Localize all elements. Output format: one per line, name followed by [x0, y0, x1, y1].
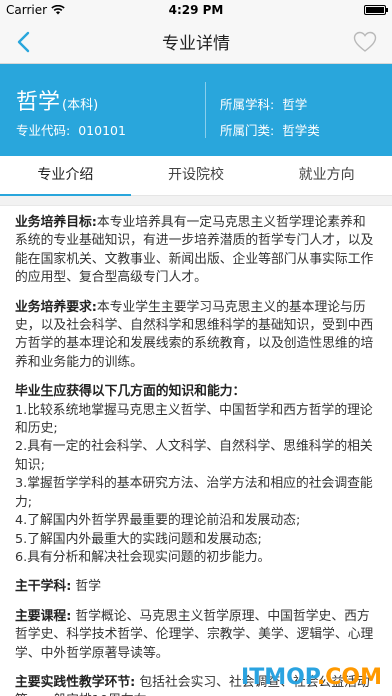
major-code: 专业代码: 010101	[16, 120, 126, 139]
major-category: 所属门类: 哲学类	[220, 120, 320, 139]
main-subject: 主干学科: 哲学	[15, 578, 378, 596]
back-button[interactable]	[10, 28, 36, 56]
introduction-content: 业务培养目标:本专业培养具有一定马克思主义哲学理论素养和系统的专业基础知识，有进…	[0, 206, 392, 696]
navigation-bar: 专业详情	[0, 20, 392, 64]
chevron-left-icon	[17, 31, 30, 53]
battery-icon	[364, 5, 388, 15]
category-label: 所属门类:	[220, 123, 275, 138]
list-item: 6.具有分析和解决社会现实问题的初步能力。	[15, 549, 271, 565]
main-courses-label: 主要课程:	[15, 608, 72, 624]
list-item: 1.比较系统地掌握马克思主义哲学、中国哲学和西方哲学的理论和历史;	[15, 402, 373, 437]
list-item: 3.掌握哲学学科的基本研究方法、治学方法和相应的社会调查能力;	[15, 476, 373, 510]
category-value: 哲学类	[282, 123, 320, 138]
tab-careers[interactable]: 就业方向	[261, 156, 392, 195]
subject-value: 哲学	[282, 97, 308, 112]
major-title: 哲学 (本科)	[16, 84, 98, 116]
battery-level	[366, 7, 384, 13]
carrier-indicator: Carrier	[6, 3, 65, 17]
main-subject-text: 哲学	[75, 579, 101, 595]
main-courses: 主要课程: 哲学概论、马克思主义哲学原理、中国哲学史、西方哲学史、科学技术哲学、…	[15, 608, 378, 663]
major-header: 哲学 (本科) 专业代码: 010101 所属学科: 哲学 所属门类: 哲学类	[0, 64, 392, 156]
graduate-abilities: 毕业生应获得以下几方面的知识和能力： 1.比较系统地掌握马克思主义哲学、中国哲学…	[15, 383, 378, 567]
list-item: 5.了解国内外最重大的实践问题和发展动态;	[15, 531, 262, 547]
training-goal: 业务培养目标:本专业培养具有一定马克思主义哲学理论素养和系统的专业基础知识，有进…	[15, 214, 378, 288]
watermark-main: ITMOP	[241, 665, 317, 690]
major-subject: 所属学科: 哲学	[220, 94, 307, 113]
subject-label: 所属学科:	[220, 97, 275, 112]
favorite-button[interactable]	[350, 28, 380, 56]
list-item: 2.具有一定的社会科学、人文科学、自然科学、思维科学的相关知识;	[15, 439, 373, 473]
wifi-icon	[51, 5, 65, 15]
heart-icon	[353, 31, 377, 52]
abilities-heading: 毕业生应获得以下几方面的知识和能力：	[15, 384, 246, 400]
major-level: (本科)	[62, 98, 99, 113]
section-gap	[0, 196, 392, 206]
watermark-suffix: .COM	[316, 665, 382, 690]
tab-bar: 专业介绍 开设院校 就业方向	[0, 156, 392, 196]
status-bar: Carrier 4:29 PM	[0, 0, 392, 20]
header-divider	[205, 82, 206, 138]
list-item: 4.了解国内外哲学界最重要的理论前沿和发展动态;	[15, 513, 301, 529]
page-title: 专业详情	[162, 34, 230, 54]
tab-colleges[interactable]: 开设院校	[131, 156, 262, 195]
major-code-value: 010101	[78, 123, 126, 138]
training-requirements-label: 业务培养要求:	[15, 299, 97, 315]
main-subject-label: 主干学科:	[15, 579, 72, 595]
training-goal-label: 业务培养目标:	[15, 215, 97, 230]
practice-teaching-label: 主要实践性教学环节:	[15, 674, 136, 690]
major-name: 哲学	[16, 90, 61, 115]
carrier-label: Carrier	[6, 3, 48, 17]
major-code-label: 专业代码:	[16, 123, 71, 138]
training-requirements: 业务培养要求:本专业学生主要学习马克思主义的基本理论与历史，以及社会科学、自然科…	[15, 299, 378, 373]
watermark-logo: ITMOP.COM	[241, 665, 382, 690]
tab-introduction[interactable]: 专业介绍	[0, 156, 131, 196]
